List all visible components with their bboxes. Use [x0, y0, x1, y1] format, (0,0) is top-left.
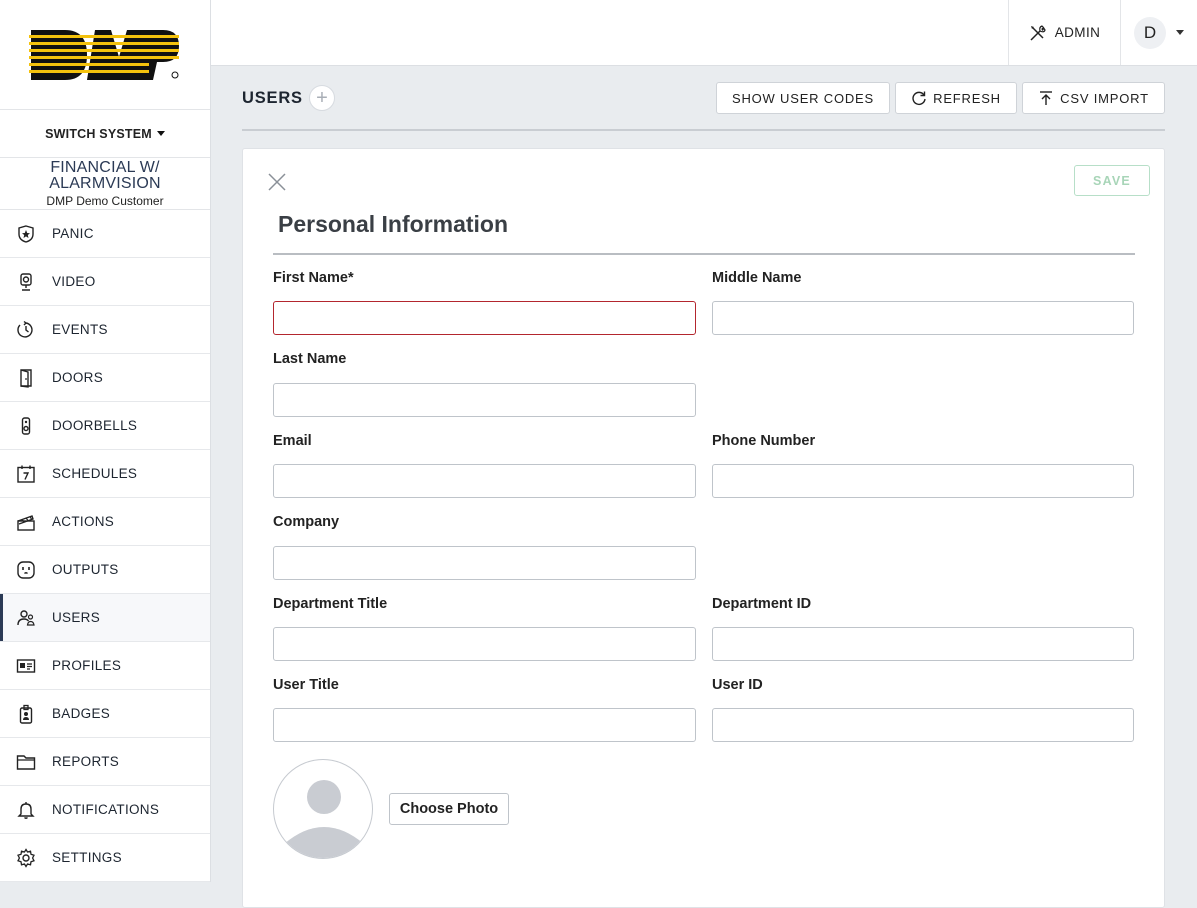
department-title-field[interactable] — [273, 627, 696, 661]
customer-name: DMP Demo Customer — [46, 194, 164, 208]
sidebar-item-actions[interactable]: ACTIONS — [0, 498, 210, 546]
close-icon[interactable] — [267, 172, 287, 192]
sidebar-item-label: SCHEDULES — [52, 466, 138, 481]
email-label: Email — [273, 433, 312, 449]
sidebar-item-settings[interactable]: SETTINGS — [0, 834, 210, 882]
department-title-label: Department Title — [273, 596, 388, 612]
sidebar-item-panic[interactable]: PANIC — [0, 210, 210, 258]
sidebar-item-label: DOORS — [52, 370, 104, 385]
clapperboard-icon — [17, 514, 35, 531]
sidebar: SWITCH SYSTEM FINANCIAL W/ ALARMVISION D… — [0, 0, 211, 882]
bell-icon — [17, 801, 35, 819]
caret-down-icon — [156, 131, 165, 136]
sidebar-item-label: DOORBELLS — [52, 418, 138, 433]
sidebar-item-label: SETTINGS — [52, 850, 122, 865]
current-system: FINANCIAL W/ ALARMVISION DMP Demo Custom… — [0, 158, 210, 210]
id-card-icon — [16, 658, 36, 673]
user-photo-placeholder — [273, 759, 373, 859]
upload-icon — [1040, 91, 1053, 105]
first-name-field[interactable] — [273, 301, 696, 335]
sidebar-item-label: USERS — [52, 610, 101, 625]
refresh-label: REFRESH — [933, 90, 1001, 106]
sidebar-item-label: OUTPUTS — [52, 562, 119, 577]
user-id-label: User ID — [712, 677, 763, 693]
middle-name-label: Middle Name — [712, 270, 802, 286]
plus-icon: + — [316, 87, 328, 109]
admin-label: ADMIN — [1054, 25, 1101, 40]
sidebar-item-label: NOTIFICATIONS — [52, 802, 160, 817]
refresh-button[interactable]: REFRESH — [895, 82, 1017, 114]
sidebar-item-schedules[interactable]: SCHEDULES — [0, 450, 210, 498]
sidebar-item-video[interactable]: VIDEO — [0, 258, 210, 306]
show-user-codes-button[interactable]: SHOW USER CODES — [716, 82, 890, 114]
folder-icon — [16, 754, 36, 770]
person-silhouette-icon — [284, 780, 364, 858]
caret-down-icon — [1176, 30, 1184, 35]
page-title: USERS — [242, 89, 303, 107]
save-button[interactable]: SAVE — [1074, 165, 1150, 196]
company-field[interactable] — [273, 546, 696, 580]
last-name-label: Last Name — [273, 351, 347, 367]
sidebar-item-label: PROFILES — [52, 658, 122, 673]
system-name: FINANCIAL W/ ALARMVISION — [49, 159, 161, 192]
switch-system-dropdown[interactable]: SWITCH SYSTEM — [0, 110, 210, 158]
video-camera-icon — [20, 272, 32, 291]
choose-photo-button[interactable]: Choose Photo — [389, 793, 509, 825]
sidebar-item-doors[interactable]: DOORS — [0, 354, 210, 402]
outlet-icon — [17, 560, 35, 579]
email-field[interactable] — [273, 464, 696, 498]
sidebar-item-notifications[interactable]: NOTIFICATIONS — [0, 786, 210, 834]
doorbell-icon — [21, 416, 31, 435]
switch-system-label: SWITCH SYSTEM — [45, 126, 152, 141]
sidebar-item-badges[interactable]: BADGES — [0, 690, 210, 738]
csv-import-label: CSV IMPORT — [1060, 90, 1149, 106]
sidebar-item-events[interactable]: EVENTS — [0, 306, 210, 354]
tools-icon — [1030, 24, 1046, 41]
csv-import-button[interactable]: CSV IMPORT — [1022, 82, 1165, 114]
sidebar-item-doorbells[interactable]: DOORBELLS — [0, 402, 210, 450]
dmp-logo-icon — [29, 29, 179, 80]
user-title-field[interactable] — [273, 708, 696, 742]
sidebar-item-profiles[interactable]: PROFILES — [0, 642, 210, 690]
department-id-label: Department ID — [712, 596, 812, 612]
sidebar-item-outputs[interactable]: OUTPUTS — [0, 546, 210, 594]
section-title: Personal Information — [278, 211, 509, 237]
door-icon — [20, 368, 32, 388]
sidebar-item-label: REPORTS — [52, 754, 120, 769]
calendar-icon — [17, 465, 35, 483]
page-divider — [242, 129, 1165, 131]
user-form-card: SAVE Personal Information First Name* Mi… — [242, 148, 1165, 908]
sidebar-item-reports[interactable]: REPORTS — [0, 738, 210, 786]
show-user-codes-label: SHOW USER CODES — [731, 90, 874, 106]
phone-number-field[interactable] — [712, 464, 1134, 498]
user-menu[interactable]: D — [1120, 0, 1197, 65]
phone-number-label: Phone Number — [712, 433, 816, 449]
refresh-icon — [912, 91, 926, 105]
user-id-field[interactable] — [712, 708, 1134, 742]
sidebar-item-label: PANIC — [52, 226, 94, 241]
section-divider — [273, 253, 1135, 255]
first-name-label: First Name* — [273, 270, 354, 286]
dmp-logo[interactable] — [0, 0, 210, 110]
gear-icon — [17, 847, 35, 868]
panic-icon — [18, 224, 34, 243]
top-bar: ADMIN D — [211, 0, 1197, 66]
department-id-field[interactable] — [712, 627, 1134, 661]
sidebar-item-users[interactable]: USERS — [0, 594, 210, 642]
add-user-button[interactable]: + — [309, 85, 335, 111]
sidebar-item-label: VIDEO — [52, 274, 96, 289]
avatar: D — [1134, 16, 1166, 49]
middle-name-field[interactable] — [712, 301, 1134, 335]
last-name-field[interactable] — [273, 383, 696, 417]
events-history-icon — [17, 320, 33, 338]
user-title-label: User Title — [273, 677, 339, 693]
sidebar-item-label: BADGES — [52, 706, 111, 721]
admin-button[interactable]: ADMIN — [1008, 0, 1120, 65]
company-label: Company — [273, 514, 340, 530]
sidebar-item-label: EVENTS — [52, 322, 108, 337]
badge-icon — [19, 704, 33, 724]
sidebar-item-label: ACTIONS — [52, 514, 115, 529]
users-icon — [17, 609, 35, 626]
